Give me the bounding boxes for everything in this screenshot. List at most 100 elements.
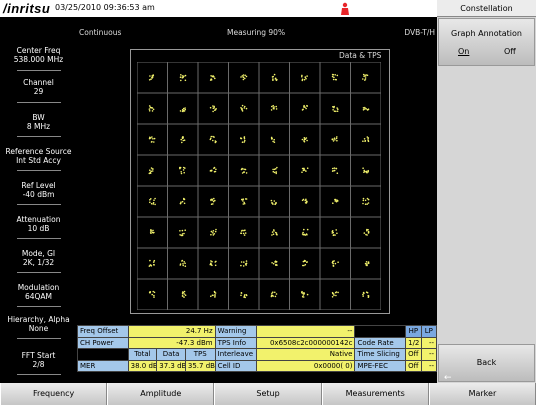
constellation-point: [179, 110, 182, 112]
constellation-point: [214, 199, 216, 202]
constellation-point: [244, 139, 246, 142]
constellation-point: [210, 79, 213, 81]
constellation-point: [149, 106, 152, 109]
constellation-point: [276, 78, 278, 81]
constellation-point: [275, 171, 278, 173]
param-divider: [17, 338, 61, 339]
constellation-point: [366, 264, 368, 266]
constellation-point: [241, 141, 244, 143]
constellation-point: [152, 74, 155, 77]
constellation-point: [362, 107, 365, 109]
constellation-point: [306, 75, 308, 77]
constellation-point: [301, 199, 304, 202]
constellation-point: [305, 198, 307, 201]
constellation-point: [332, 109, 334, 111]
constellation-point: [332, 265, 335, 267]
constellation-point: [210, 75, 212, 77]
constellation-point: [240, 76, 242, 78]
constellation-point: [334, 262, 337, 265]
constellation-point: [273, 138, 275, 141]
constellation-point: [362, 199, 365, 202]
constellation-point: [305, 170, 307, 172]
constellation-point: [214, 264, 217, 267]
constellation-point: [241, 110, 244, 112]
param-label: FFT Start: [21, 351, 56, 360]
constellation-point: [303, 137, 306, 139]
mer-total-header: Total: [127, 348, 158, 361]
constellation-point: [273, 168, 276, 171]
measurements-menu-button[interactable]: Measurements: [321, 383, 429, 405]
param-value: 2/8: [32, 360, 45, 369]
constellation-point: [333, 294, 335, 297]
constellation-point: [214, 109, 217, 111]
constellation-point: [182, 139, 185, 142]
constellation-point: [334, 200, 336, 202]
constellation-point: [152, 261, 155, 263]
constellation-point: [332, 234, 335, 236]
marker-menu-button[interactable]: Marker: [428, 383, 536, 405]
constellation-point: [240, 264, 242, 267]
constellation-point: [149, 259, 151, 262]
title-bar: /inritsu 03/25/2010 09:36:53 am: [0, 0, 437, 17]
tps-info-label: TPS Info: [214, 336, 258, 349]
constellation-point: [271, 262, 273, 264]
constellation-point: [364, 199, 367, 202]
constellation-point: [270, 109, 273, 111]
constellation-point: [211, 294, 214, 297]
constellation-point: [332, 78, 335, 81]
constellation-point: [181, 77, 184, 79]
datetime: 03/25/2010 09:36:53 am: [55, 3, 155, 12]
setup-menu-button[interactable]: Setup: [214, 383, 322, 405]
constellation-point: [211, 260, 213, 263]
constellation-point: [332, 140, 335, 142]
mer-total-value: 38.0 dB: [127, 359, 158, 372]
constellation-point: [272, 168, 274, 171]
constellation-point: [179, 234, 181, 236]
constellation-point: [183, 171, 185, 174]
constellation-point: [367, 232, 370, 234]
constellation-point: [272, 233, 275, 235]
constellation-point: [333, 105, 335, 108]
constellation-point: [153, 294, 155, 297]
graph-annotation-button[interactable]: Graph Annotation On Off: [438, 18, 535, 66]
constellation-point: [334, 139, 336, 141]
constellation-point: [181, 141, 183, 144]
constellation-point: [335, 110, 337, 113]
constellation-point: [149, 232, 152, 234]
constellation-point: [211, 199, 214, 201]
amplitude-menu-button[interactable]: Amplitude: [107, 383, 215, 405]
constellation-point: [183, 296, 185, 298]
constellation-point: [270, 295, 273, 298]
constellation-point: [244, 77, 246, 80]
frequency-menu-button[interactable]: Frequency: [0, 383, 108, 405]
table-row: Total Data TPS Interleave Native Time Sl…: [77, 348, 438, 361]
code-rate-label: Code Rate: [354, 336, 407, 349]
constellation-point: [151, 107, 154, 109]
constellation-point: [336, 232, 338, 235]
constellation-point: [212, 139, 214, 142]
param-hierarchy-alpha: Hierarchy, Alpha None: [0, 315, 77, 333]
back-button[interactable]: Back: [438, 344, 535, 382]
constellation-point: [240, 292, 243, 294]
constellation-point: [301, 167, 304, 170]
constellation-point: [301, 295, 304, 298]
constellation-point: [243, 234, 246, 236]
constellation-point: [245, 294, 248, 296]
constellation-point: [274, 78, 277, 80]
constellation-point: [362, 202, 364, 205]
constellation-point: [180, 79, 182, 82]
constellation-point: [334, 291, 337, 294]
table-blank: [354, 325, 407, 338]
constellation-point: [332, 202, 334, 204]
constellation-point: [209, 106, 212, 109]
status-bar: Continuous Measuring 90% DVB-T/H: [77, 28, 437, 38]
param-divider: [17, 272, 61, 273]
constellation-point: [150, 230, 153, 232]
constellation-point: [364, 76, 367, 78]
constellation-point: [304, 263, 307, 266]
constellation-point: [245, 262, 248, 265]
constellation-point: [336, 139, 338, 142]
constellation-point: [334, 74, 336, 76]
constellation-point: [240, 230, 243, 232]
constellation-point: [364, 262, 367, 265]
